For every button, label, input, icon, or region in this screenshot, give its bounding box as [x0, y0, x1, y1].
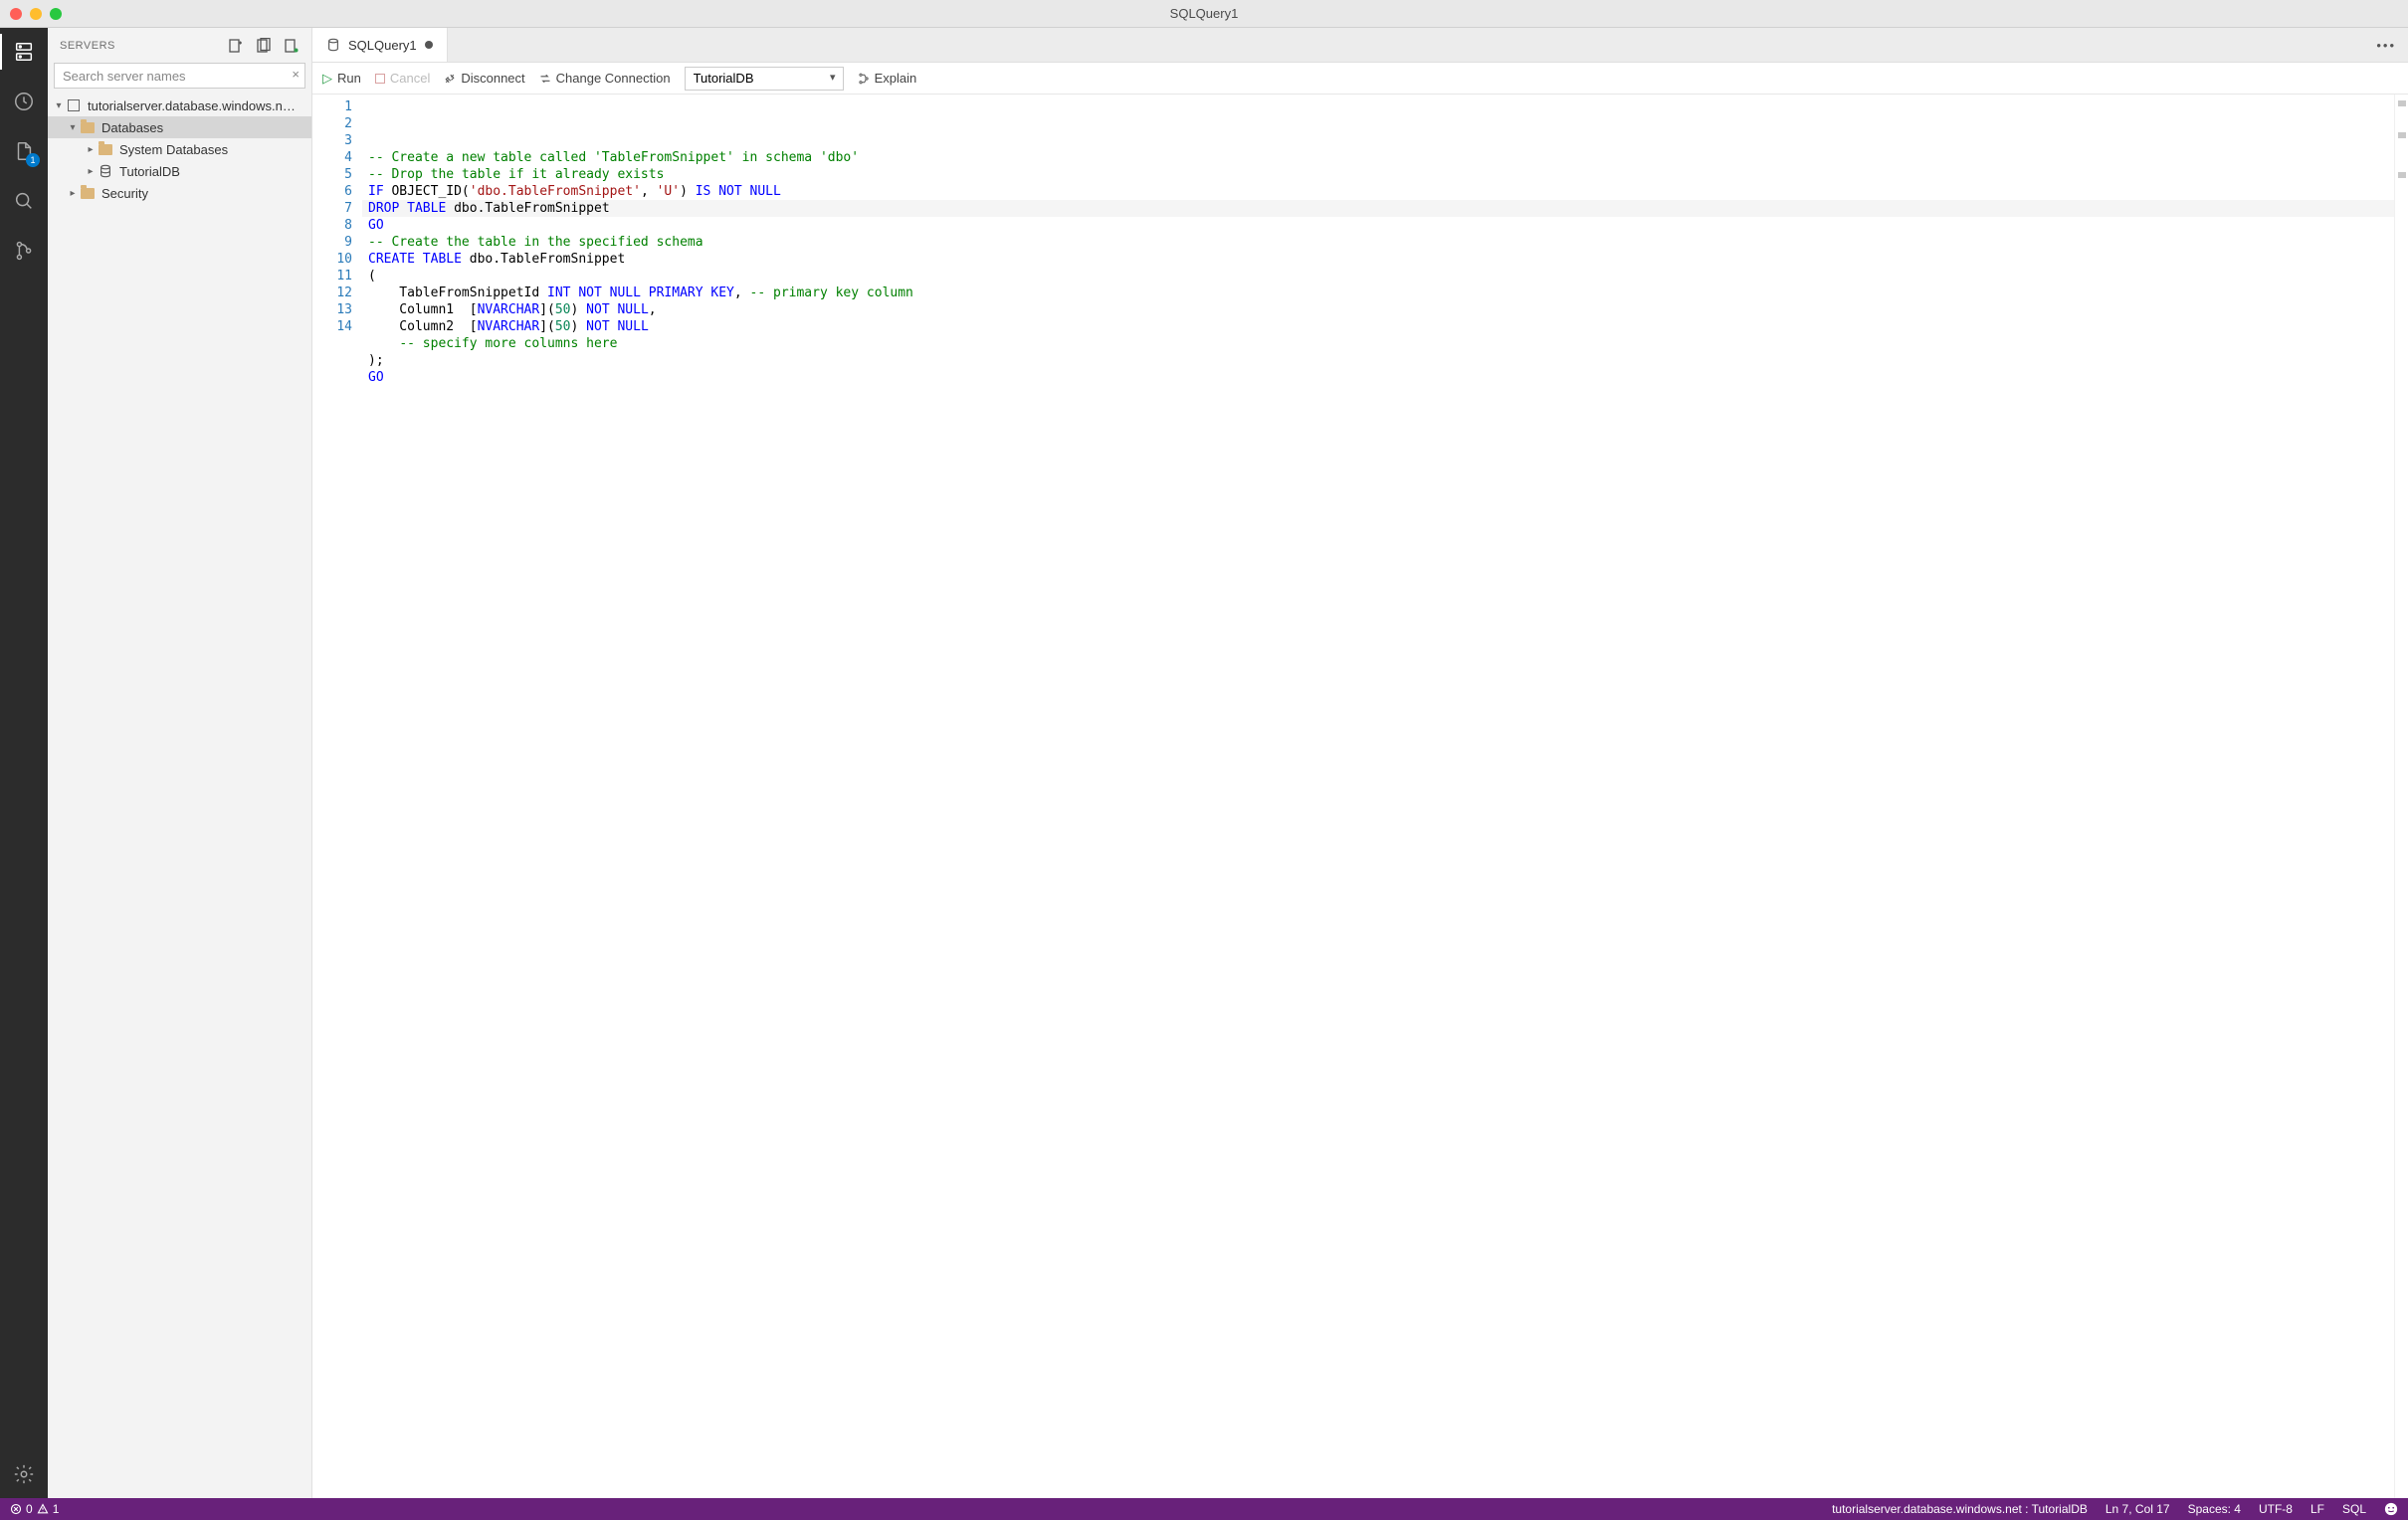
- minimize-window-button[interactable]: [30, 8, 42, 20]
- query-toolbar: ▷ Run Cancel Disconnect Change Connectio…: [312, 63, 2408, 95]
- line-number-gutter: 1234567891011121314: [312, 95, 362, 1498]
- tab-sqlquery1[interactable]: SQLQuery1: [312, 28, 448, 62]
- status-bar: 0 1 tutorialserver.database.windows.net …: [0, 1498, 2408, 1520]
- tab-overflow-button[interactable]: •••: [2364, 28, 2408, 62]
- change-connection-button[interactable]: Change Connection: [539, 71, 671, 86]
- servers-sidebar: Servers × ▾ tutorialserver.database.wind…: [48, 28, 312, 1498]
- maximize-window-button[interactable]: [50, 8, 62, 20]
- chevron-right-icon: ▸: [66, 188, 80, 199]
- tree-tutorialdb-node[interactable]: ▸ TutorialDB: [48, 160, 311, 182]
- unsaved-indicator-icon: [425, 41, 433, 49]
- status-language[interactable]: SQL: [2342, 1502, 2366, 1516]
- tree-server-label: tutorialserver.database.windows.n…: [88, 98, 296, 113]
- chevron-down-icon: ▾: [52, 100, 66, 111]
- explain-button[interactable]: Explain: [858, 71, 917, 86]
- tree-tutorialdb-label: TutorialDB: [119, 164, 180, 179]
- explorer-badge: 1: [26, 153, 40, 167]
- new-server-group-icon[interactable]: [256, 38, 272, 54]
- error-count: 0: [26, 1502, 33, 1516]
- tree-databases-label: Databases: [101, 120, 163, 135]
- error-icon: [10, 1503, 22, 1515]
- database-icon: [326, 38, 340, 52]
- sidebar-header-label: Servers: [60, 40, 115, 52]
- activity-task-history-icon[interactable]: [10, 88, 38, 115]
- activity-servers-icon[interactable]: [10, 38, 38, 66]
- disconnect-label: Disconnect: [461, 71, 524, 86]
- status-indentation[interactable]: Spaces: 4: [2188, 1502, 2241, 1516]
- tab-label: SQLQuery1: [348, 38, 417, 53]
- overview-ruler[interactable]: [2394, 95, 2408, 1498]
- tree-databases-node[interactable]: ▾ Databases: [48, 116, 311, 138]
- status-eol[interactable]: LF: [2310, 1502, 2324, 1516]
- tree-system-databases-node[interactable]: ▸ System Databases: [48, 138, 311, 160]
- status-encoding[interactable]: UTF-8: [2259, 1502, 2293, 1516]
- stop-icon: [375, 74, 385, 84]
- code-content[interactable]: -- Create a new table called 'TableFromS…: [362, 95, 2394, 1498]
- editor-area: SQLQuery1 ••• ▷ Run Cancel Disconnect Ch…: [312, 28, 2408, 1498]
- chevron-down-icon: ▾: [66, 122, 80, 133]
- folder-icon: [80, 119, 96, 135]
- chevron-right-icon: ▸: [84, 166, 98, 177]
- tree-security-label: Security: [101, 186, 148, 201]
- sidebar-header: Servers: [48, 28, 311, 63]
- window-titlebar: SQLQuery1: [0, 0, 2408, 28]
- close-window-button[interactable]: [10, 8, 22, 20]
- folder-icon: [80, 185, 96, 201]
- warning-icon: [37, 1503, 49, 1515]
- show-active-connections-icon[interactable]: [284, 38, 300, 54]
- activity-bar: 1: [0, 28, 48, 1498]
- change-connection-label: Change Connection: [556, 71, 671, 86]
- clear-search-icon[interactable]: ×: [292, 67, 300, 82]
- database-select[interactable]: TutorialDB: [685, 67, 844, 91]
- activity-explorer-icon[interactable]: 1: [10, 137, 38, 165]
- new-connection-icon[interactable]: [228, 38, 244, 54]
- cancel-label: Cancel: [390, 71, 430, 86]
- window-title: SQLQuery1: [1170, 6, 1239, 21]
- server-tree: ▾ tutorialserver.database.windows.n… ▾ D…: [48, 95, 311, 1498]
- tree-server-node[interactable]: ▾ tutorialserver.database.windows.n…: [48, 95, 311, 116]
- activity-settings-icon[interactable]: [10, 1460, 38, 1488]
- database-icon: [98, 163, 113, 179]
- warning-count: 1: [53, 1502, 60, 1516]
- window-controls: [10, 8, 62, 20]
- change-connection-icon: [539, 73, 551, 85]
- folder-icon: [98, 141, 113, 157]
- tree-security-node[interactable]: ▸ Security: [48, 182, 311, 204]
- activity-source-control-icon[interactable]: [10, 237, 38, 265]
- explain-label: Explain: [875, 71, 917, 86]
- status-feedback-icon[interactable]: [2384, 1502, 2398, 1516]
- run-label: Run: [337, 71, 361, 86]
- status-connection[interactable]: tutorialserver.database.windows.net : Tu…: [1832, 1502, 2088, 1516]
- editor-tabs: SQLQuery1 •••: [312, 28, 2408, 63]
- code-editor[interactable]: 1234567891011121314 -- Create a new tabl…: [312, 95, 2408, 1498]
- cancel-button: Cancel: [375, 71, 430, 86]
- server-icon: [66, 97, 82, 113]
- disconnect-button[interactable]: Disconnect: [444, 71, 524, 86]
- chevron-right-icon: ▸: [84, 144, 98, 155]
- status-cursor-position[interactable]: Ln 7, Col 17: [2106, 1502, 2170, 1516]
- activity-search-icon[interactable]: [10, 187, 38, 215]
- search-servers-input[interactable]: [54, 63, 305, 89]
- disconnect-icon: [444, 73, 456, 85]
- explain-icon: [858, 73, 870, 85]
- play-icon: ▷: [322, 71, 332, 87]
- status-problems[interactable]: 0 1: [10, 1502, 59, 1516]
- run-button[interactable]: ▷ Run: [322, 71, 361, 87]
- tree-system-databases-label: System Databases: [119, 142, 228, 157]
